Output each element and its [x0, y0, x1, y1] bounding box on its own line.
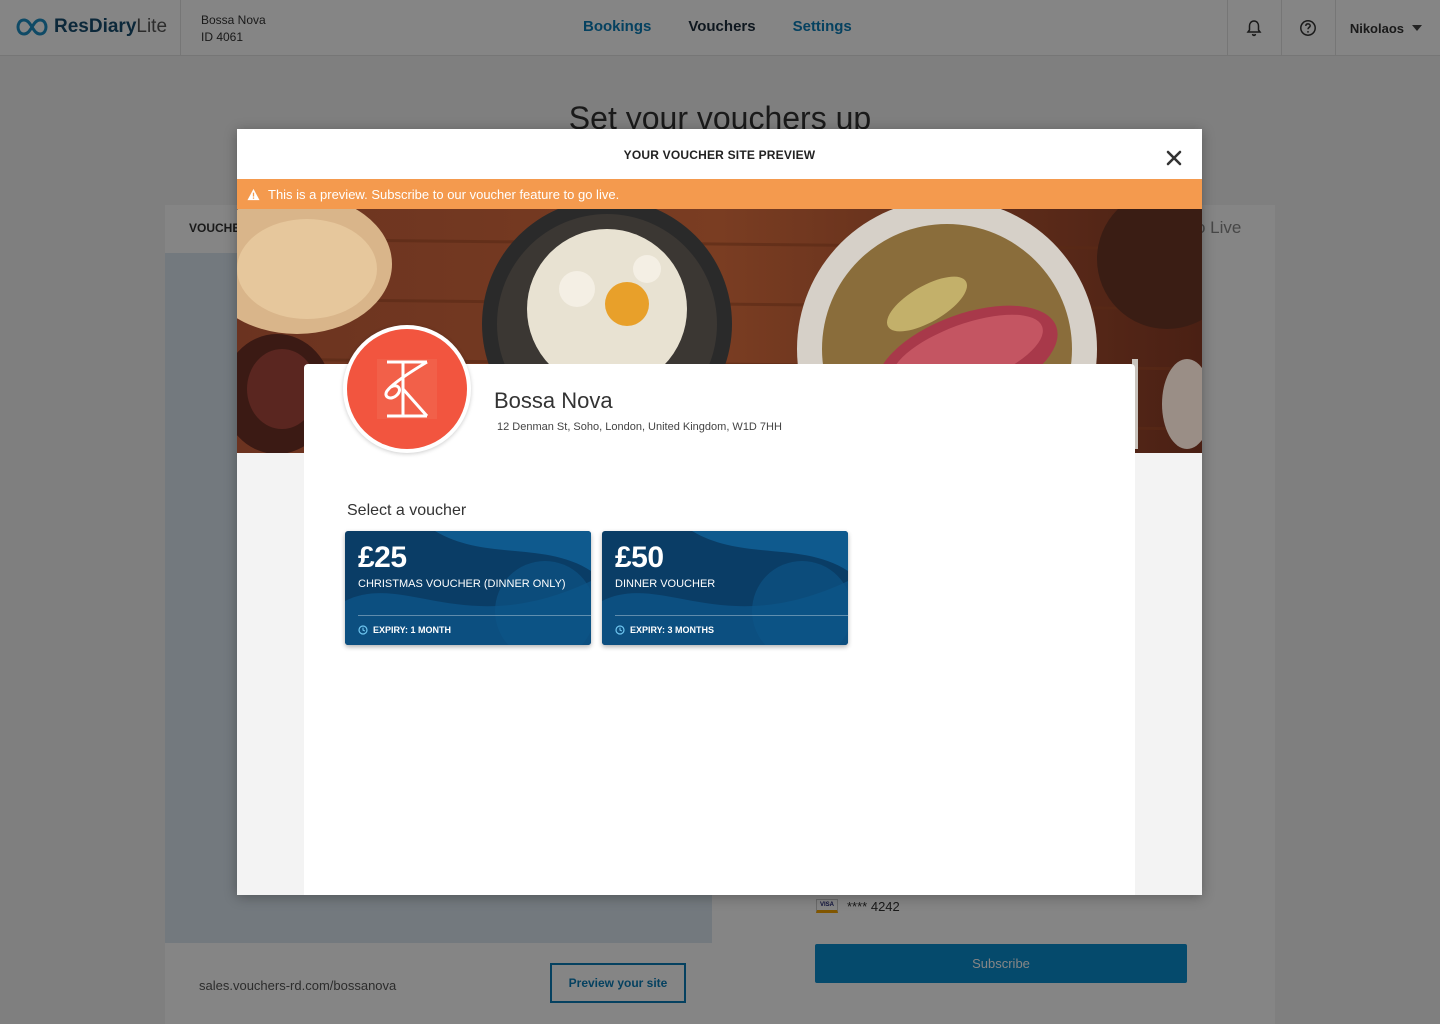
venue-title: Bossa Nova: [494, 388, 613, 413]
voucher-expiry: EXPIRY: 1 MONTH: [358, 625, 451, 635]
clock-icon: [615, 625, 625, 635]
modal-header: YOUR VOUCHER SITE PREVIEW: [237, 129, 1202, 179]
venue-address: 12 Denman St, Soho, London, United Kingd…: [497, 421, 782, 433]
voucher-card[interactable]: £50 DINNER VOUCHER EXPIRY: 3 MONTHS: [602, 531, 848, 645]
clock-icon: [358, 625, 368, 635]
voucher-price: £25: [358, 541, 407, 574]
select-voucher-label: Select a voucher: [347, 502, 467, 519]
venue-logo: [343, 325, 471, 453]
venue-logo-mark: [377, 359, 437, 419]
voucher-name: DINNER VOUCHER: [615, 578, 716, 590]
voucher-name: CHRISTMAS VOUCHER (DINNER ONLY): [358, 578, 566, 590]
voucher-expiry-text: EXPIRY: 1 MONTH: [373, 625, 452, 635]
warning-icon: [247, 188, 260, 200]
close-icon: [1166, 150, 1182, 166]
voucher-divider: [615, 615, 848, 616]
close-button[interactable]: [1162, 146, 1186, 170]
voucher-expiry: EXPIRY: 3 MONTHS: [615, 625, 714, 635]
voucher-price: £50: [615, 541, 664, 574]
voucher-expiry-text: EXPIRY: 3 MONTHS: [630, 625, 715, 635]
voucher-preview-modal: YOUR VOUCHER SITE PREVIEW This is a prev…: [237, 129, 1202, 895]
alert-text: This is a preview. Subscribe to our vouc…: [268, 186, 620, 202]
voucher-divider: [358, 615, 591, 616]
voucher-card[interactable]: £25 CHRISTMAS VOUCHER (DINNER ONLY) EXPI…: [345, 531, 591, 645]
preview-alert: This is a preview. Subscribe to our vouc…: [237, 179, 1202, 209]
modal-title: YOUR VOUCHER SITE PREVIEW: [623, 148, 816, 162]
